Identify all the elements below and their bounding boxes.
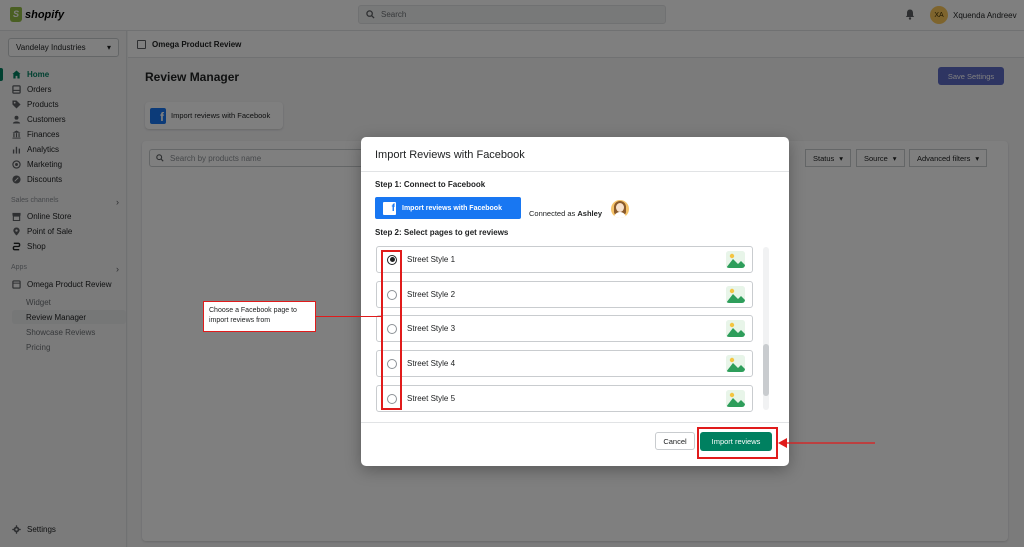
divider xyxy=(361,422,789,423)
image-thumbnail-icon xyxy=(726,286,745,303)
image-thumbnail-icon xyxy=(726,390,745,407)
import-reviews-modal: Import Reviews with Facebook Step 1: Con… xyxy=(361,137,789,466)
page-name: Street Style 4 xyxy=(407,359,456,368)
page-option[interactable]: Street Style 5 xyxy=(376,385,753,412)
connected-status: Connected as Ashley xyxy=(529,209,602,218)
page-name: Street Style 5 xyxy=(407,394,456,403)
image-thumbnail-icon xyxy=(726,320,745,337)
page-name: Street Style 3 xyxy=(407,324,456,333)
facebook-user-avatar xyxy=(611,200,629,218)
facebook-connect-label: Import reviews with Facebook xyxy=(402,204,502,212)
step2-heading: Step 2: Select pages to get reviews xyxy=(375,228,509,237)
page-name: Street Style 1 xyxy=(407,255,456,264)
modal-title: Import Reviews with Facebook xyxy=(375,149,525,161)
connected-name: Ashley xyxy=(577,209,602,218)
image-thumbnail-icon xyxy=(726,251,745,268)
cancel-button[interactable]: Cancel xyxy=(655,432,695,450)
divider xyxy=(361,171,789,172)
step1-heading: Step 1: Connect to Facebook xyxy=(375,180,486,189)
annotation-connector xyxy=(316,316,381,317)
annotation-import-highlight xyxy=(697,427,778,459)
scrollbar-thumb[interactable] xyxy=(763,344,769,396)
page-name: Street Style 2 xyxy=(407,290,456,299)
page-list: Street Style 1 Street Style 2 Street Sty… xyxy=(361,244,789,417)
annotation-callout: Choose a Facebook page to import reviews… xyxy=(203,301,316,332)
page-option[interactable]: Street Style 2 xyxy=(376,281,753,308)
image-thumbnail-icon xyxy=(726,355,745,372)
facebook-icon: f xyxy=(383,201,396,215)
annotation-arrow-icon xyxy=(778,438,875,448)
scrollbar-track[interactable] xyxy=(763,247,769,410)
page-option[interactable]: Street Style 3 xyxy=(376,315,753,342)
page-option[interactable]: Street Style 1 xyxy=(376,246,753,273)
facebook-connect-button[interactable]: f Import reviews with Facebook xyxy=(375,197,521,219)
page-option[interactable]: Street Style 4 xyxy=(376,350,753,377)
annotation-radio-highlight xyxy=(381,250,402,410)
connected-prefix: Connected as xyxy=(529,209,576,218)
